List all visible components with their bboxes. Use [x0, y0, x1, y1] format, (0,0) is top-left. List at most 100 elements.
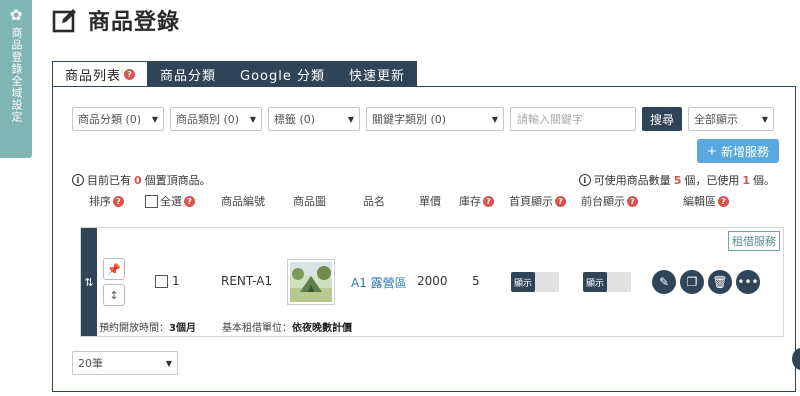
home-display-toggle[interactable]: 顯示 [511, 272, 559, 292]
help-icon[interactable]: ? [483, 195, 494, 207]
select-value: 全部顯示 [694, 113, 739, 126]
more-button[interactable]: ••• [736, 270, 760, 294]
toggle-knob: 顯示 [511, 272, 535, 292]
rental-unit: 基本租借單位：依夜晚數計價 [222, 319, 352, 334]
col-price: 單價 [419, 193, 441, 209]
global-settings-tab[interactable]: ✿ 商品登錄全域設定 [0, 0, 32, 158]
plus-icon: + [706, 144, 717, 158]
copy-icon: ❐ [686, 275, 698, 289]
booking-window-value: 3個月 [169, 323, 196, 334]
table-header: 排序? 全選? 商品編號 商品圖 品名 單價 庫存? 首頁顯示? 前台顯示? 編… [53, 193, 795, 211]
delete-button[interactable]: 🗑 [708, 270, 732, 294]
tab-google-category[interactable]: Google 分類 [228, 61, 338, 87]
display-filter-select[interactable]: 全部顯示 ▼ [688, 107, 775, 131]
pencil-icon: ✎ [658, 275, 670, 289]
booking-window-label: 預約開放時間： [99, 323, 169, 334]
product-code: RENT-A1 [221, 274, 273, 288]
col-stock: 庫存? [459, 193, 494, 209]
keyword-input[interactable]: 請輸入關鍵字 [510, 107, 636, 131]
vertical-arrows-icon: ↕ [109, 288, 119, 302]
product-type-select[interactable]: 商品類別 (0) ▼ [170, 107, 262, 131]
rental-service-badge: 租借服務 [728, 231, 780, 251]
table-row: ⇅ 租借服務 📌 ↕ 1 RENT-A1 A1 露營區 2000 5 顯示 顯示 [80, 227, 784, 337]
col-label: 全選 [160, 195, 182, 208]
quota-mid: 個，已使用 [684, 174, 740, 187]
select-value: 20筆 [78, 357, 103, 370]
caret-down-icon: ▼ [761, 114, 769, 124]
select-value: 標籤 (0) [274, 113, 316, 126]
quota-suffix: 個。 [753, 174, 775, 187]
tag-select[interactable]: 標籤 (0) ▼ [268, 107, 360, 131]
col-label: 單價 [419, 195, 441, 208]
product-list-panel: 商品分類 (0) ▼ 商品類別 (0) ▼ 標籤 (0) ▼ 關鍵字類別 (0) ▼ 請… [52, 86, 796, 392]
pinned-prefix: 目前已有 [87, 174, 131, 187]
camping-tent-image [290, 262, 332, 302]
global-settings-label: 商品登錄全域設定 [10, 27, 23, 123]
row-footer: 預約開放時間：3個月 基本租借單位：依夜晚數計價 [99, 319, 352, 334]
booking-window: 預約開放時間：3個月 [99, 319, 196, 334]
tab-label: Google 分類 [240, 68, 326, 84]
col-home-display: 首頁顯示? [509, 193, 566, 209]
help-icon[interactable]: ? [124, 69, 136, 80]
caret-down-icon: ▼ [165, 358, 172, 368]
quota-total: 5 [673, 173, 682, 187]
pin-button[interactable]: 📌 [103, 258, 125, 280]
col-label: 前台顯示 [581, 195, 625, 208]
rental-unit-value: 依夜晚數計價 [291, 323, 352, 334]
help-icon[interactable]: ? [113, 195, 124, 207]
select-value: 商品分類 (0) [78, 113, 142, 126]
move-button[interactable]: ↕ [103, 284, 125, 306]
help-icon[interactable]: ? [555, 195, 566, 207]
select-all-checkbox[interactable] [145, 194, 158, 208]
col-code: 商品編號 [221, 193, 265, 209]
keyword-type-select[interactable]: 關鍵字類別 (0) ▼ [366, 107, 504, 131]
more-dots-icon: ••• [737, 275, 759, 289]
product-stock: 5 [472, 274, 480, 288]
edit-button[interactable]: ✎ [652, 270, 676, 294]
help-icon[interactable]: ? [718, 195, 729, 207]
info-icon: i [72, 174, 84, 186]
front-display-toggle[interactable]: 顯示 [583, 272, 631, 292]
tab-quick-update[interactable]: 快速更新 [337, 61, 418, 87]
per-page-select[interactable]: 20筆 ▼ [72, 351, 178, 375]
col-label: 首頁顯示 [509, 195, 553, 208]
filter-row: 商品分類 (0) ▼ 商品類別 (0) ▼ 標籤 (0) ▼ 關鍵字類別 (0) ▼ 請… [72, 107, 775, 131]
gear-icon: ✿ [9, 6, 23, 24]
col-image: 商品圖 [293, 193, 326, 209]
quota-prefix: 可使用商品數量 [593, 174, 671, 187]
tab-product-list[interactable]: 商品列表 ? [52, 61, 149, 87]
col-name: 品名 [363, 193, 385, 209]
copy-button[interactable]: ❐ [680, 270, 704, 294]
col-front-display: 前台顯示? [581, 193, 638, 209]
drag-handle[interactable]: ⇅ [81, 228, 97, 336]
info-icon: i [578, 174, 591, 186]
swap-arrows-icon: ⇅ [84, 275, 94, 289]
help-icon[interactable]: ? [184, 195, 195, 207]
caret-down-icon: ▼ [151, 114, 158, 124]
product-name-link[interactable]: A1 露營區 [351, 274, 407, 291]
rental-unit-label: 基本租借單位： [221, 323, 292, 334]
col-label: 編輯區 [683, 195, 716, 208]
product-category-select[interactable]: 商品分類 (0) ▼ [72, 107, 164, 131]
col-edit: 編輯區? [683, 193, 729, 209]
col-label: 庫存 [459, 195, 481, 208]
product-thumbnail[interactable] [287, 259, 335, 305]
tab-product-category[interactable]: 商品分類 [148, 61, 229, 87]
col-label: 商品編號 [221, 195, 265, 208]
tab-label: 商品列表 [65, 69, 122, 84]
quota-info: i 可使用商品數量 5 個，已使用 1 個。 [578, 172, 775, 188]
pin-icon: 📌 [107, 262, 121, 276]
page-title: 商品登錄 [52, 4, 180, 36]
tab-bar: 商品列表 ? 商品分類 Google 分類 快速更新 [52, 61, 418, 87]
row-checkbox[interactable] [155, 275, 168, 288]
add-service-button[interactable]: + 新增服務 [696, 139, 779, 163]
pinned-info: i 目前已有 0 個置頂商品。 [72, 172, 211, 188]
keyword-placeholder: 請輸入關鍵字 [517, 113, 583, 126]
tab-label: 快速更新 [349, 68, 406, 84]
col-label: 排序 [89, 195, 111, 208]
search-button[interactable]: 搜尋 [642, 107, 683, 131]
help-icon[interactable]: ? [627, 195, 638, 207]
tab-label: 商品分類 [160, 68, 217, 84]
select-value: 關鍵字類別 (0) [372, 113, 447, 126]
caret-down-icon: ▼ [249, 114, 256, 124]
